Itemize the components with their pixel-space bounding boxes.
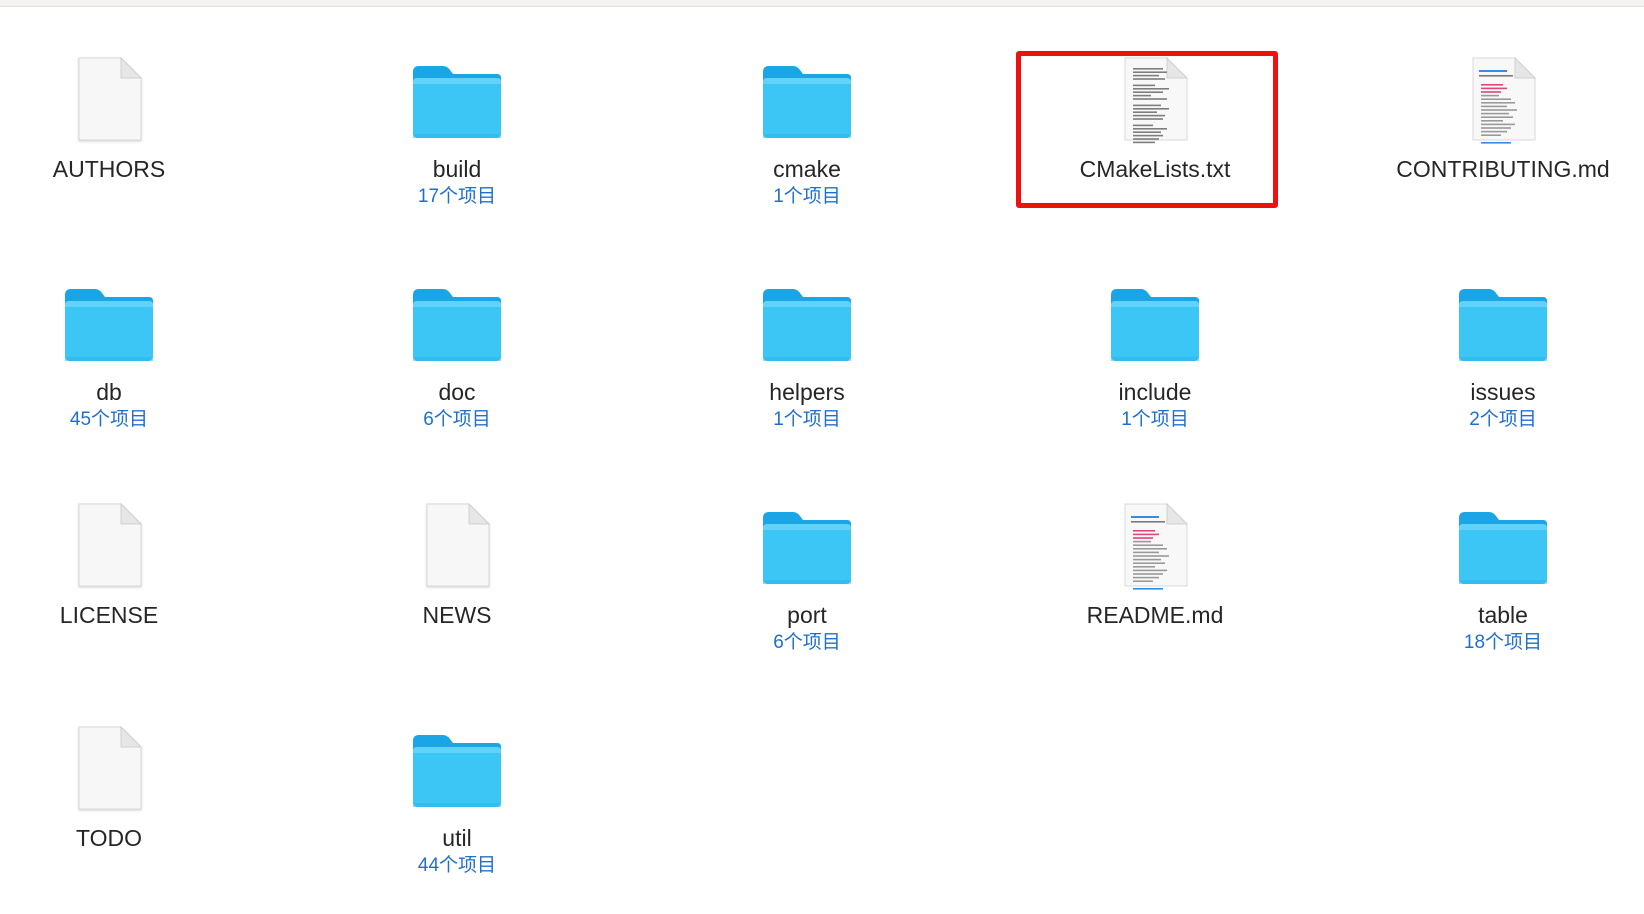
item-name[interactable]: cmake — [657, 154, 957, 184]
item-count: 6个项目 — [423, 409, 491, 430]
item-name[interactable]: TODO — [0, 823, 259, 853]
folder-item[interactable]: table 18个项目 — [1353, 500, 1644, 700]
item-count: 1个项目 — [773, 409, 841, 430]
item-name[interactable]: NEWS — [307, 600, 607, 630]
item-name[interactable]: helpers — [657, 377, 957, 407]
file-item[interactable]: CMakeLists.txt — [1005, 54, 1305, 254]
folder-icon[interactable] — [657, 54, 957, 150]
folder-item[interactable]: db 45个项目 — [0, 277, 259, 477]
plain-document-icon[interactable] — [0, 54, 259, 150]
folder-item[interactable]: util 44个项目 — [307, 723, 607, 914]
folder-item[interactable]: helpers 1个项目 — [657, 277, 957, 477]
item-name[interactable]: issues — [1353, 377, 1644, 407]
folder-icon[interactable] — [1005, 277, 1305, 373]
file-item[interactable]: TODO — [0, 723, 259, 914]
file-item[interactable]: AUTHORS — [0, 54, 259, 254]
folder-item[interactable]: doc 6个项目 — [307, 277, 607, 477]
item-count: 1个项目 — [1121, 409, 1189, 430]
folder-icon[interactable] — [307, 277, 607, 373]
item-name[interactable]: table — [1353, 600, 1644, 630]
folder-icon[interactable] — [1353, 277, 1644, 373]
item-name[interactable]: AUTHORS — [0, 154, 259, 184]
item-name[interactable]: include — [1005, 377, 1305, 407]
folder-icon[interactable] — [657, 277, 957, 373]
folder-icon[interactable] — [657, 500, 957, 596]
folder-icon[interactable] — [307, 723, 607, 819]
folder-item[interactable]: issues 2个项目 — [1353, 277, 1644, 477]
item-name[interactable]: util — [307, 823, 607, 853]
item-count: 45个项目 — [69, 409, 149, 430]
item-count: 18个项目 — [1463, 632, 1543, 653]
item-count: 17个项目 — [417, 186, 497, 207]
folder-item[interactable]: build 17个项目 — [307, 54, 607, 254]
item-name[interactable]: CMakeLists.txt — [1005, 154, 1305, 184]
item-count: 2个项目 — [1469, 409, 1537, 430]
folder-item[interactable]: port 6个项目 — [657, 500, 957, 700]
file-item[interactable]: LICENSE — [0, 500, 259, 700]
folder-icon[interactable] — [0, 277, 259, 373]
item-name[interactable]: doc — [307, 377, 607, 407]
markdown-document-icon[interactable] — [1353, 54, 1644, 150]
plain-document-icon[interactable] — [0, 500, 259, 596]
item-name[interactable]: LICENSE — [0, 600, 259, 630]
markdown-document-icon[interactable] — [1005, 500, 1305, 596]
item-name[interactable]: CONTRIBUTING.md — [1353, 154, 1644, 184]
item-count: 1个项目 — [773, 186, 841, 207]
finder-window: AUTHORS build 17个项目 cmake 1个项目 CMakeLists.… — [0, 0, 1644, 914]
folder-icon[interactable] — [307, 54, 607, 150]
item-name[interactable]: build — [307, 154, 607, 184]
file-item[interactable]: NEWS — [307, 500, 607, 700]
item-count: 44个项目 — [417, 855, 497, 876]
text-document-icon[interactable] — [1005, 54, 1305, 150]
item-count: 6个项目 — [773, 632, 841, 653]
folder-item[interactable]: cmake 1个项目 — [657, 54, 957, 254]
file-icon-grid: AUTHORS build 17个项目 cmake 1个项目 CMakeLists.… — [0, 0, 1644, 914]
item-name[interactable]: db — [0, 377, 259, 407]
plain-document-icon[interactable] — [307, 500, 607, 596]
file-item[interactable]: README.md — [1005, 500, 1305, 700]
item-name[interactable]: port — [657, 600, 957, 630]
folder-icon[interactable] — [1353, 500, 1644, 596]
file-item[interactable]: CONTRIBUTING.md — [1353, 54, 1644, 254]
folder-item[interactable]: include 1个项目 — [1005, 277, 1305, 477]
plain-document-icon[interactable] — [0, 723, 259, 819]
item-name[interactable]: README.md — [1005, 600, 1305, 630]
